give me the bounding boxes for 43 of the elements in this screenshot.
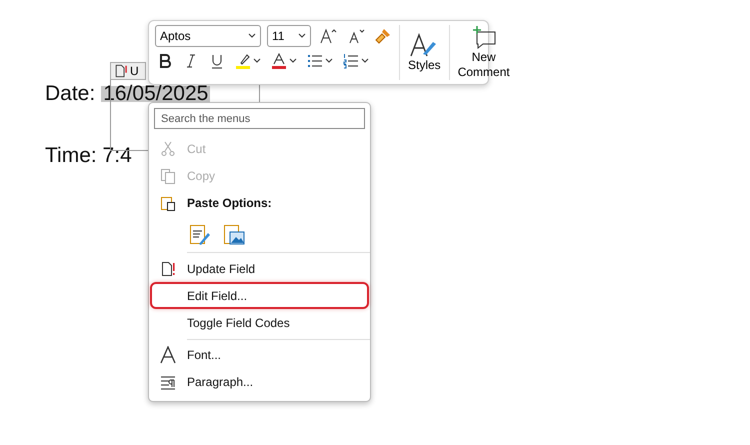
search-field[interactable]: Search the menus xyxy=(154,108,365,130)
new-comment-button[interactable]: New Comment xyxy=(450,25,518,80)
bullets-button[interactable] xyxy=(305,53,335,69)
font-color-button[interactable] xyxy=(269,53,299,69)
document-alert-icon xyxy=(160,260,176,277)
chevron-icon xyxy=(289,58,297,64)
styles-button[interactable]: Styles xyxy=(400,25,450,80)
clipboard-icon xyxy=(160,195,176,212)
bold-icon xyxy=(157,53,173,69)
letter-icon xyxy=(159,346,177,364)
format-painter-button[interactable] xyxy=(373,28,393,44)
chevron-icon xyxy=(361,58,369,64)
date-field: 16/05/2025 xyxy=(101,86,210,102)
menu-item[interactable]: Edit Field... xyxy=(149,282,370,310)
paste-options-heading: Paste Options: xyxy=(187,196,272,210)
chevron-icon xyxy=(253,58,261,64)
underline-icon xyxy=(209,53,225,69)
grow-font-icon xyxy=(319,28,337,44)
copy-icon xyxy=(160,168,176,184)
shrink-font-icon xyxy=(347,28,365,44)
paintbrush-icon xyxy=(375,28,391,44)
menu-item[interactable]: Toggle Field Codes xyxy=(149,309,370,337)
field-tab[interactable]: U xyxy=(110,62,146,80)
highlighter-icon xyxy=(235,53,251,69)
menu-item[interactable]: Font... xyxy=(149,342,370,369)
chevron-icon xyxy=(325,58,333,64)
font-color-icon xyxy=(271,53,287,69)
field-tab-label: U xyxy=(130,64,139,78)
menu-item[interactable]: Paragraph... xyxy=(149,368,370,396)
bullet-list-icon xyxy=(307,53,323,69)
chevron-icon xyxy=(248,33,256,39)
font-name-field[interactable]: Aptos xyxy=(155,25,261,47)
comment-add-icon xyxy=(470,26,497,50)
scissors-icon xyxy=(160,141,176,158)
paragraph-icon xyxy=(160,374,176,390)
menu-item[interactable]: Update Field xyxy=(149,255,370,282)
document-alert-icon xyxy=(114,64,128,78)
numbering-button[interactable] xyxy=(341,53,371,69)
numbered-list-icon xyxy=(343,53,359,69)
document-text: Date: xyxy=(45,86,96,102)
font-size-field[interactable]: 11 xyxy=(267,25,311,47)
highlight-button[interactable] xyxy=(233,53,263,69)
chevron-icon xyxy=(298,33,306,39)
